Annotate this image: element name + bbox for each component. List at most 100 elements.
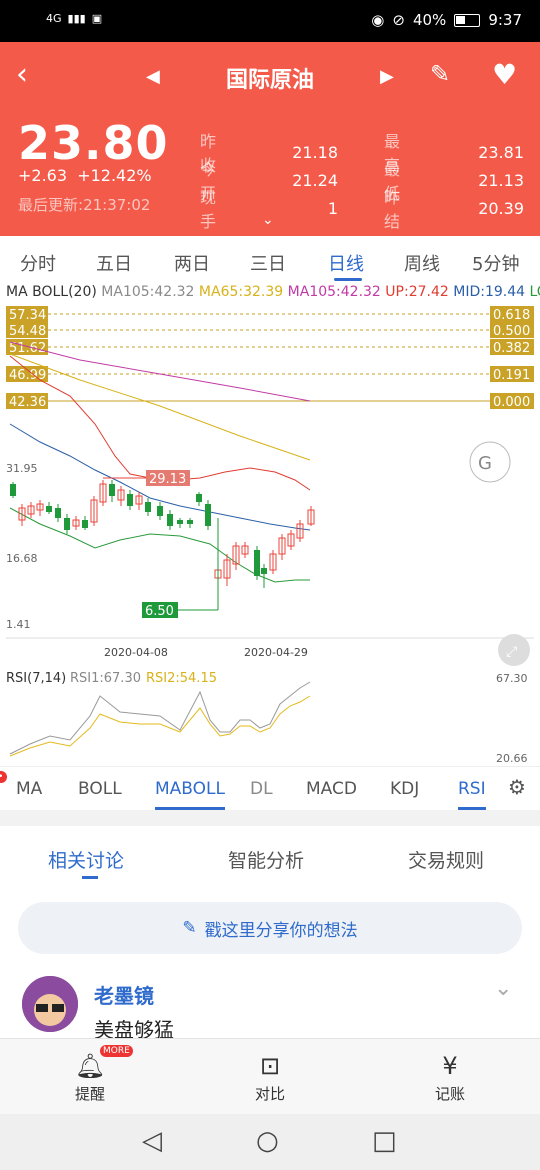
x-axis-date: 2020-04-29 [244, 646, 308, 659]
quote-grid: 昨收 21.18 最高 23.81 今开 21.24 最低 21.13 现手 1… [200, 132, 526, 231]
new-badge: • [0, 771, 8, 783]
quote-label: 昨结 [384, 188, 411, 231]
quote-row: 今开 21.24 最低 21.13 [200, 160, 526, 203]
avatar[interactable] [22, 976, 78, 1032]
alarm-off-icon: ⊘ [392, 11, 405, 29]
y-axis-label-top: 31.95 [6, 462, 38, 475]
expand-chevron-icon[interactable]: ⌄ [262, 212, 274, 228]
remind-label: 提醒 [74, 1085, 105, 1103]
bookkeeping-label: 记账 [434, 1085, 465, 1103]
candlesticks [10, 480, 315, 588]
fib-ratio: 0.382 [493, 341, 530, 356]
x-axis-date: 2020-04-08 [104, 646, 168, 659]
chart-canvas: 57.34 54.48 51.62 46.99 42.36 0.618 0.50… [6, 306, 534, 765]
fib-ratio: 0.500 [493, 324, 530, 339]
share-thought-input[interactable]: ✎ 戳这里分享你的想法 [18, 902, 522, 954]
quote-header: ‹ ◀ 国际原油 ▶ ✎ ♥ 23.80 +2.63 +12.42% 最后更新:… [0, 42, 540, 236]
y-axis-label-mid: 16.68 [6, 552, 38, 565]
quote-value: 23.81 [478, 142, 524, 162]
kline-chart[interactable]: MA BOLL(20) MA105:42.32 MA65:32.39 MA105… [0, 284, 540, 766]
app-notification-icon: ▣ [91, 12, 103, 25]
period-tabs: 分时 五日 两日 三日 日线 周线 5分钟 [0, 236, 540, 284]
quote-row: 现手 1 昨结 20.39 [200, 188, 526, 231]
fib-ratio-labels: 0.618 0.500 0.382 0.191 0.000 [490, 306, 534, 410]
last-price: 23.80 [18, 116, 169, 170]
fib-price: 42.36 [9, 395, 46, 410]
high-marker-text: 29.13 [149, 472, 186, 487]
tab-discussion[interactable]: 相关讨论 [48, 846, 124, 873]
tab-dl[interactable]: DL [250, 779, 273, 799]
fib-price: 57.34 [9, 308, 46, 323]
clock: 9:37 [488, 11, 522, 29]
last-updated: 最后更新:21:37:02 [18, 194, 150, 215]
g-logo-letter: G [478, 453, 492, 474]
tab-two-day[interactable]: 两日 [174, 250, 210, 276]
quote-value: 21.13 [478, 170, 524, 190]
bookkeeping-button[interactable]: ¥ 记账 [410, 1049, 490, 1104]
quote-value: 20.39 [478, 198, 524, 218]
active-tab-indicator [334, 278, 362, 281]
tab-5min[interactable]: 5分钟 [472, 250, 519, 276]
remind-button[interactable]: 🔔︎ MORE 提醒 [50, 1045, 133, 1104]
change-value: +2.63 [18, 166, 68, 185]
edit-icon[interactable]: ✎ [430, 60, 450, 88]
quote-label: 现手 [200, 188, 227, 231]
section-divider [0, 810, 540, 826]
post-username[interactable]: 老墨镜 [94, 980, 154, 1009]
fib-ratio: 0.000 [493, 395, 530, 410]
change-percent: +12.42% [77, 166, 152, 185]
battery-percent: 40% [412, 11, 447, 29]
favorite-heart-icon[interactable]: ♥ [492, 58, 517, 91]
tab-ma[interactable]: MA [16, 779, 42, 799]
tab-weekly[interactable]: 周线 [404, 250, 440, 276]
updated-label: 最后更新: [18, 196, 84, 214]
quote-value: 21.18 [292, 142, 338, 162]
page-title: 国际原油 [225, 68, 314, 93]
compare-label: 对比 [254, 1085, 285, 1103]
fib-ratio: 0.191 [493, 368, 530, 383]
price-change: +2.63 +12.42% [18, 166, 152, 185]
tab-daily[interactable]: 日线 [328, 250, 364, 276]
boll-upper-line [9, 355, 311, 491]
home-circle-icon[interactable]: ○ [256, 1126, 279, 1156]
system-nav-bar: ◁ ○ □ [0, 1114, 540, 1170]
tab-five-day[interactable]: 五日 [96, 250, 132, 276]
recents-square-icon[interactable]: □ [372, 1126, 397, 1156]
chevron-down-icon[interactable]: ⌄ [494, 976, 512, 1001]
updated-time: 21:37:02 [83, 196, 151, 214]
tab-boll[interactable]: BOLL [78, 779, 122, 799]
tab-three-day[interactable]: 三日 [250, 250, 286, 276]
more-badge: MORE [100, 1045, 133, 1057]
fib-ratio: 0.618 [493, 308, 530, 323]
tab-rsi[interactable]: RSI [458, 779, 486, 799]
rsi-title: RSI(7,14) [6, 671, 66, 686]
back-triangle-icon[interactable]: ◁ [142, 1126, 162, 1156]
tab-trade-rules[interactable]: 交易规则 [408, 846, 484, 873]
compare-button[interactable]: ⊡ 对比 [230, 1049, 310, 1104]
yen-note-icon: ¥ [442, 1052, 458, 1080]
discussion-section: 相关讨论 智能分析 交易规则 ✎ 戳这里分享你的想法 老墨镜 美盘够猛 ⌄ [0, 826, 540, 1042]
settings-gear-icon[interactable]: ⚙ [508, 775, 526, 799]
tab-fenshi[interactable]: 分时 [20, 250, 56, 276]
rsi1-value: RSI1:67.30 [70, 671, 141, 686]
next-symbol-button[interactable]: ▶ [380, 66, 394, 87]
tab-analysis[interactable]: 智能分析 [228, 846, 304, 873]
compare-icon: ⊡ [259, 1052, 281, 1080]
eye-icon: ◉ [371, 11, 385, 29]
fullscreen-glyph: ⤢ [506, 644, 517, 660]
quote-row: 昨收 21.18 最高 23.81 [200, 132, 526, 175]
ma105-line [9, 341, 311, 402]
rsi-axis-bottom: 20.66 [496, 752, 528, 765]
tab-macd[interactable]: MACD [306, 779, 357, 799]
signal-icon: ▮▮▮ [67, 12, 86, 25]
status-bar: 4G ▮▮▮ ▣ ◉ ⊘ 40% 9:37 [0, 0, 540, 42]
pencil-icon: ✎ [182, 918, 197, 938]
discussion-tab-indicator [82, 876, 98, 879]
quote-value: 21.24 [292, 170, 338, 190]
fib-price: 54.48 [9, 324, 46, 339]
bottom-toolbar: 🔔︎ MORE 提醒 ⊡ 对比 ¥ 记账 [0, 1038, 540, 1114]
indicator-tabs: • MA BOLL MABOLL DL MACD KDJ RSI ⚙ [0, 766, 540, 810]
low-marker-text: 6.50 [145, 604, 174, 619]
tab-maboll[interactable]: MABOLL [155, 779, 225, 799]
tab-kdj[interactable]: KDJ [390, 779, 419, 799]
